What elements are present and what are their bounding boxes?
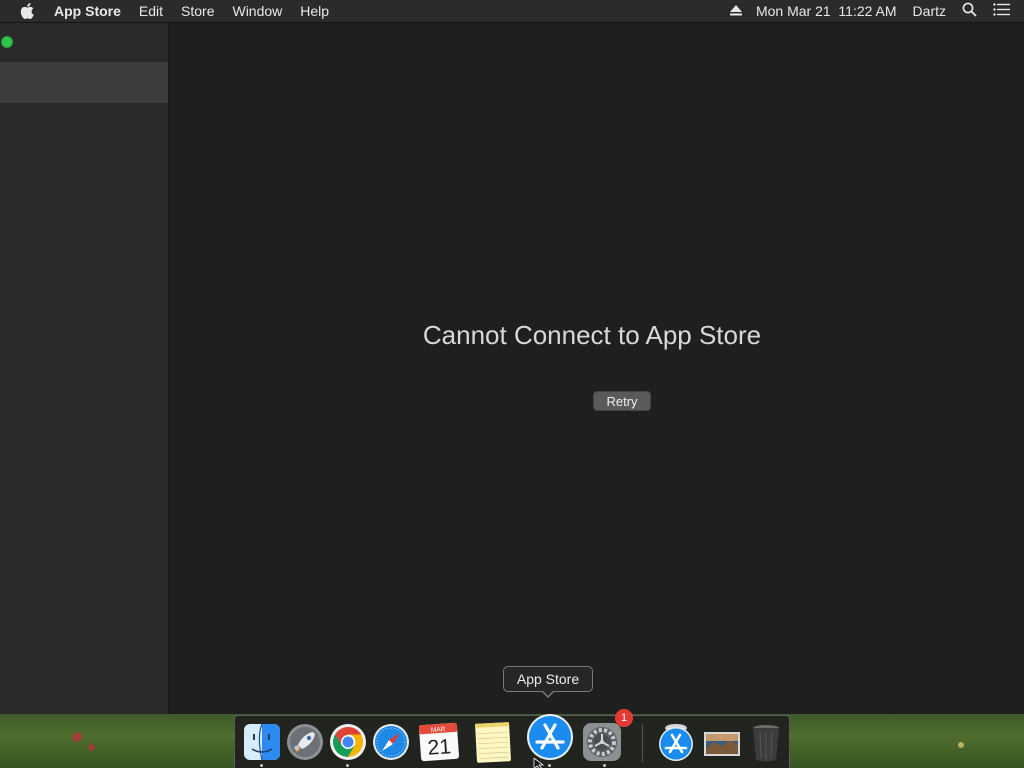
calendar-icon[interactable]: MAR 21 — [417, 720, 461, 764]
chrome-running-indicator — [346, 764, 349, 767]
wallpaper-flower — [72, 732, 82, 742]
trash-icon[interactable] — [744, 720, 788, 764]
apple-menu-icon[interactable] — [20, 3, 34, 19]
zoom-button[interactable] — [1, 36, 13, 48]
sidebar-selected-item[interactable] — [0, 62, 168, 103]
app-store-window: Cannot Connect to App Store Retry — [0, 23, 1024, 714]
notes-icon[interactable] — [471, 720, 515, 764]
launchpad-icon[interactable] — [283, 720, 327, 764]
main-content: Cannot Connect to App Store Retry — [169, 23, 1024, 714]
dock: MAR 21 1 — [234, 709, 790, 768]
mouse-cursor — [533, 757, 545, 768]
chrome-icon[interactable] — [326, 720, 370, 764]
finder-icon[interactable] — [240, 720, 284, 764]
system-preferences-icon[interactable] — [580, 720, 624, 764]
spotlight-search-icon[interactable] — [962, 2, 977, 20]
menu-user[interactable]: Dartz — [913, 3, 946, 19]
notification-badge: 1 — [615, 709, 633, 727]
menu-store[interactable]: Store — [181, 3, 214, 19]
sidebar — [0, 23, 169, 714]
app-store-downloads-icon[interactable] — [654, 720, 698, 764]
app-store-icon[interactable] — [525, 712, 575, 762]
menu-bar: App Store Edit Store Window Help Mon Mar… — [0, 0, 1024, 23]
menu-edit[interactable]: Edit — [139, 3, 163, 19]
dock-separator — [642, 724, 643, 762]
notification-center-icon[interactable] — [993, 3, 1010, 19]
finder-running-indicator — [260, 764, 263, 767]
svg-text:21: 21 — [427, 735, 452, 760]
menu-clock[interactable]: Mon Mar 21 11:22 AM — [756, 3, 897, 19]
retry-button[interactable]: Retry — [593, 391, 651, 411]
svg-text:MAR: MAR — [431, 726, 446, 734]
menu-bar-status-area: Mon Mar 21 11:22 AM Dartz — [729, 0, 1024, 22]
menu-app-name[interactable]: App Store — [54, 3, 121, 19]
error-title: Cannot Connect to App Store — [422, 320, 762, 350]
eject-icon[interactable] — [729, 3, 742, 19]
menu-window[interactable]: Window — [232, 3, 282, 19]
image-stack-icon[interactable] — [700, 720, 744, 764]
dock-tooltip: App Store — [503, 666, 593, 692]
menu-help[interactable]: Help — [300, 3, 329, 19]
app-store-running-indicator — [548, 764, 551, 767]
system-preferences-running-indicator — [603, 764, 606, 767]
safari-icon[interactable] — [369, 720, 413, 764]
wallpaper-flower — [88, 744, 95, 751]
dock-tooltip-arrow-inner — [542, 690, 554, 696]
wallpaper-flower — [958, 742, 964, 748]
